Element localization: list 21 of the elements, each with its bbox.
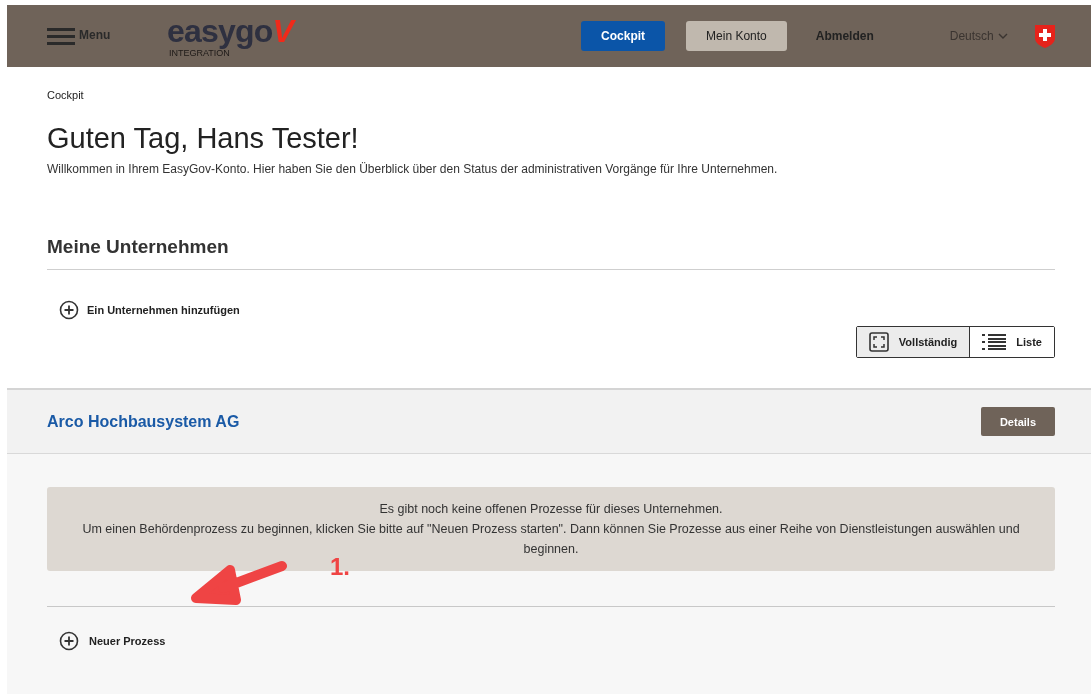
breadcrumb[interactable]: Cockpit xyxy=(47,87,1055,104)
logo-subtitle: INTEGRATION xyxy=(169,48,230,58)
nav-button[interactable]: Cockpit xyxy=(581,21,666,51)
plus-circle-icon xyxy=(59,300,79,321)
notice-text: Es gibt noch keine offenen Prozesse für dieses Unternehmen. xyxy=(378,501,724,519)
section-heading: Meine Unternehmen xyxy=(47,232,1055,271)
swiss-flag-icon xyxy=(1034,23,1056,49)
new-process-link[interactable]: Neuer Prozess xyxy=(59,631,166,652)
company-name-link[interactable]: Arco Hochbausystem AG xyxy=(47,409,240,434)
greeting-heading: Guten Tag, Hans Tester! xyxy=(47,120,360,156)
list-icon xyxy=(982,332,1007,353)
nav-button[interactable]: Mein Konto xyxy=(686,21,787,51)
details-button[interactable]: Details xyxy=(980,407,1055,437)
expand-icon xyxy=(868,332,889,353)
view-toggle-button[interactable]: Liste xyxy=(969,327,1054,358)
view-toggle-button[interactable]: Vollständig xyxy=(856,327,970,358)
menu-icon xyxy=(47,26,75,46)
add-company-link[interactable]: Ein Unternehmen hinzufügen xyxy=(59,300,240,321)
chevron-down-icon xyxy=(997,33,1008,39)
plus-circle-icon xyxy=(59,631,79,652)
intro-text: Willkommen in Ihrem EasyGov-Konto. Hier haben Sie den Überblick über den Status der administrativen Vorgänge für Ihre Unternehmen. xyxy=(47,160,779,178)
